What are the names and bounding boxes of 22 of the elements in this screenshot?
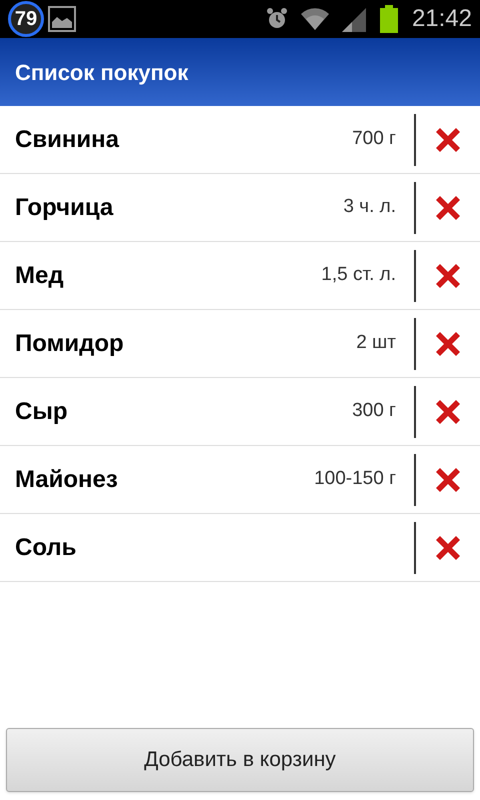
app-title: Список покупок	[15, 58, 188, 87]
item-amount: 2 шт	[356, 331, 396, 356]
battery-icon	[380, 5, 398, 33]
clock-time: 21:42	[412, 4, 472, 34]
item-amount: 100-150 г	[314, 467, 396, 492]
item-name: Помидор	[15, 328, 125, 358]
item-name: Майонез	[15, 464, 119, 494]
item-amount: 300 г	[352, 399, 396, 424]
alarm-clock-icon	[266, 7, 288, 31]
item-name: Горчица	[15, 192, 114, 222]
signal-icon	[340, 6, 368, 32]
item-name: Соль	[15, 532, 78, 562]
image-icon	[48, 6, 76, 32]
wifi-icon	[300, 6, 330, 32]
item-name: Свинина	[15, 124, 120, 154]
item-amount: 3 ч. л.	[343, 195, 396, 220]
item-name: Сыр	[15, 396, 68, 426]
notification-badge: 79	[8, 1, 44, 37]
item-name: Мед	[15, 260, 65, 290]
item-amount: 1,5 ст. л.	[321, 263, 396, 288]
item-amount: 700 г	[352, 127, 396, 152]
add-to-cart-button[interactable]: Добавить в корзину	[6, 728, 474, 792]
